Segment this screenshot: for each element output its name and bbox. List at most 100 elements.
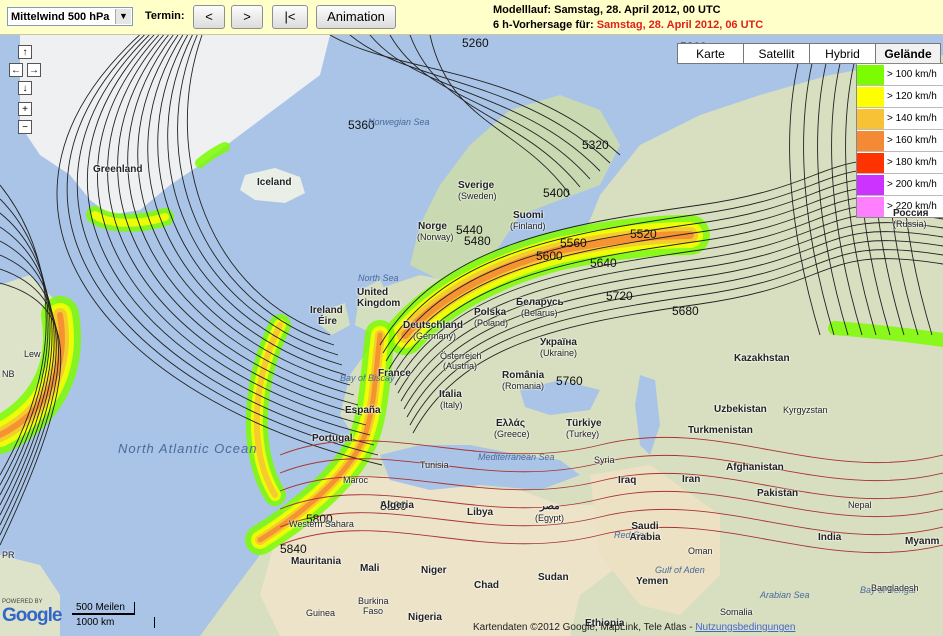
place-chad: Chad [474,580,499,591]
google-logo[interactable]: POWERED BY Google [2,599,62,627]
place-turkmenistan: Turkmenistan [688,425,753,436]
pan-left-button[interactable]: ← [9,63,23,77]
place-nepal: Nepal [848,500,872,510]
place-espana: España [345,405,381,416]
legend-row: > 200 km/h [857,174,943,196]
place-guinea: Guinea [306,608,336,618]
next-button[interactable]: > [231,5,263,29]
legend-row: > 180 km/h [857,152,943,174]
map-view[interactable]: 5260 5360 5320 5400 5440 5480 5520 5560 5600 5640… [0,35,943,636]
place-afghanistan: Afghanistan [726,462,784,473]
legend-row: > 100 km/h [857,64,943,86]
legend-swatch [857,196,884,217]
ocean-label: North Atlantic Ocean [118,441,258,456]
edge-label-nb: NB [2,369,15,379]
place-burkina: Burkina Faso [358,596,389,616]
contour-label: 5560 [560,236,587,250]
place-rossiya-en: (Russia) [893,219,927,229]
legend-swatch [857,152,884,173]
place-deutschland: Deutschland [403,320,464,331]
place-nigeria: Nigeria [408,612,442,623]
place-iraq: Iraq [618,475,637,486]
terms-link[interactable]: Nutzungsbedingungen [695,622,795,633]
place-yemen: Yemen [636,576,669,587]
scale-miles: 500 Meilen [72,602,135,615]
place-uk: United Kingdom [357,287,401,309]
place-eire: Éire [318,316,337,327]
place-turkiye-en: (Turkey) [566,429,600,439]
place-osterreich-en: (Austria) [443,361,478,371]
place-oman: Oman [688,546,713,556]
map-copyright: Kartendaten ©2012 Google, MapLink, Tele … [473,622,795,633]
place-sahara: Western Sahara [289,519,354,529]
place-turkiye: Türkiye [566,418,602,429]
place-kyrgyzstan: Kyrgyzstan [783,405,828,415]
contour-label: 5720 [606,289,633,303]
parameter-select[interactable]: Mittelwind 500 hPa ▼ [7,7,133,26]
maptype-hybrid-button[interactable]: Hybrid [809,43,876,64]
place-suomi: Suomi [513,210,544,221]
legend-row: > 120 km/h [857,86,943,108]
contour-label: 5400 [543,186,570,200]
legend-label: > 180 km/h [887,157,937,168]
place-mali: Mali [360,563,380,574]
place-niger: Niger [421,565,447,576]
place-misr-en: (Egypt) [535,513,565,523]
contour-label: 5640 [590,256,617,270]
model-run-info: Modelllauf: Samstag, 28. April 2012, 00 … [493,4,721,16]
place-algeria: Algeria [380,500,414,511]
place-ireland: Ireland [310,305,343,316]
maptype-karte-button[interactable]: Karte [677,43,744,64]
toolbar: Mittelwind 500 hPa ▼ Termin: < > |< Anim… [0,0,943,35]
place-norge: Norge [418,221,447,232]
sea-aden: Gulf of Aden [655,565,705,575]
place-misr: مصر [540,501,560,512]
wind-legend: > 100 km/h > 120 km/h > 140 km/h > 160 km/h… [856,63,943,218]
contour-label: 5680 [672,304,699,318]
forecast-prefix: 6 h-Vorhersage für: [493,19,597,31]
place-polska-en: (Poland) [474,318,509,328]
place-sudan: Sudan [538,572,569,583]
place-suomi-en: (Finland) [510,221,546,231]
animation-button[interactable]: Animation [316,5,396,29]
legend-label: > 160 km/h [887,135,937,146]
chevron-down-icon[interactable]: ▼ [115,9,131,24]
legend-label: > 140 km/h [887,113,937,124]
place-somalia: Somalia [720,607,753,617]
zoom-out-button[interactable]: − [18,120,32,134]
scale-km: 1000 km [72,617,155,628]
pan-right-button[interactable]: → [27,63,41,77]
place-maroc: Maroc [343,475,369,485]
maptype-satellit-button[interactable]: Satellit [743,43,810,64]
place-greenland: Greenland [93,164,143,175]
legend-label: > 120 km/h [887,91,937,102]
pan-down-button[interactable]: ↓ [18,81,32,95]
place-deutschland-en: (Germany) [413,331,457,341]
place-romania-en: (Romania) [502,381,545,391]
scale-bar: 500 Meilen 1000 km [72,602,155,628]
place-ukraina: Україна [540,337,577,348]
land-layer [0,35,943,636]
legend-swatch [857,64,884,85]
map-canvas: 526053605320540054405480 552055605600 5640… [0,35,943,636]
place-libya: Libya [467,507,494,518]
place-kazakhstan: Kazakhstan [734,353,790,364]
maptype-gelaende-button[interactable]: Gelände [875,43,941,64]
forecast-date: Samstag, 28. April 2012, 06 UTC [596,19,764,31]
forecast-info: 6 h-Vorhersage für: Samstag, 28. April 2… [493,19,763,31]
place-myanmar: Myanm [905,536,940,547]
legend-label: > 100 km/h [887,69,937,80]
parameter-select-value: Mittelwind 500 hPa [11,11,110,23]
previous-button[interactable]: < [193,5,225,29]
place-belarus: Беларусь [516,297,564,308]
place-italia-en: (Italy) [440,400,463,410]
zoom-in-button[interactable]: + [18,102,32,116]
copyright-text: Kartendaten ©2012 Google, MapLink, Tele … [473,622,696,633]
first-button[interactable]: |< [272,5,308,29]
place-belarus-en: (Belarus) [521,308,558,318]
place-ellas: Ελλάς [496,418,526,429]
legend-swatch [857,174,884,195]
pan-up-button[interactable]: ↑ [18,45,32,59]
place-portugal: Portugal [312,433,353,444]
legend-row: > 140 km/h [857,108,943,130]
